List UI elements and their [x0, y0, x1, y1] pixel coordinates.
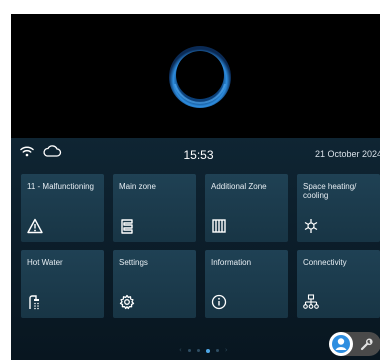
home-panel: 15:53 21 October 2024 11 - Malfunctionin…: [11, 138, 380, 360]
tile-malfunctioning[interactable]: 11 - Malfunctioning: [21, 174, 104, 242]
tile-label: Additional Zone: [211, 182, 267, 191]
gear-icon: [119, 294, 135, 310]
tile-space-heating-cooling[interactable]: Space heating/ cooling: [297, 174, 380, 242]
tile-label: 11 - Malfunctioning: [27, 182, 94, 191]
tile-main-zone[interactable]: Main zone: [113, 174, 196, 242]
page-dot[interactable]: [215, 349, 219, 352]
chevron-right-icon[interactable]: ›: [225, 347, 228, 354]
info-icon: [211, 294, 227, 310]
user-avatar[interactable]: [329, 332, 353, 356]
shower-icon: [29, 295, 39, 310]
tile-settings[interactable]: Settings: [113, 250, 196, 318]
tile-label: Settings: [119, 258, 148, 267]
page-indicator: ‹ ›: [179, 347, 228, 354]
tile-label: Information: [211, 258, 252, 267]
tile-hot-water[interactable]: Hot Water: [21, 250, 104, 318]
tile-label: Hot Water: [27, 258, 63, 267]
page-dot[interactable]: [196, 349, 200, 352]
status-ring-area: [11, 14, 380, 138]
page-dot[interactable]: [187, 349, 191, 352]
tile-connectivity[interactable]: Connectivity: [297, 250, 380, 318]
user-mode-toggle[interactable]: [329, 332, 380, 356]
tile-information[interactable]: Information: [205, 250, 288, 318]
wrench-icon[interactable]: [360, 337, 374, 351]
radiator-icon: [212, 219, 226, 233]
radiator-zone-icon: [121, 219, 133, 234]
status-ring-icon: [169, 46, 231, 108]
tile-label: Connectivity: [303, 258, 347, 267]
display-screen: 15:53 21 October 2024 11 - Malfunctionin…: [11, 14, 380, 360]
status-bar: 15:53 21 October 2024: [11, 138, 380, 172]
heat-cool-icon: [304, 219, 318, 233]
tile-label: Main zone: [119, 182, 156, 191]
current-date: 21 October 2024: [315, 149, 380, 159]
tile-additional-zone[interactable]: Additional Zone: [205, 174, 288, 242]
page-dot-active[interactable]: [205, 348, 210, 353]
network-icon: [303, 294, 319, 309]
user-icon: [332, 335, 350, 353]
warning-icon: [27, 218, 43, 234]
tile-label: Space heating/ cooling: [303, 182, 357, 200]
chevron-left-icon[interactable]: ‹: [179, 347, 182, 354]
